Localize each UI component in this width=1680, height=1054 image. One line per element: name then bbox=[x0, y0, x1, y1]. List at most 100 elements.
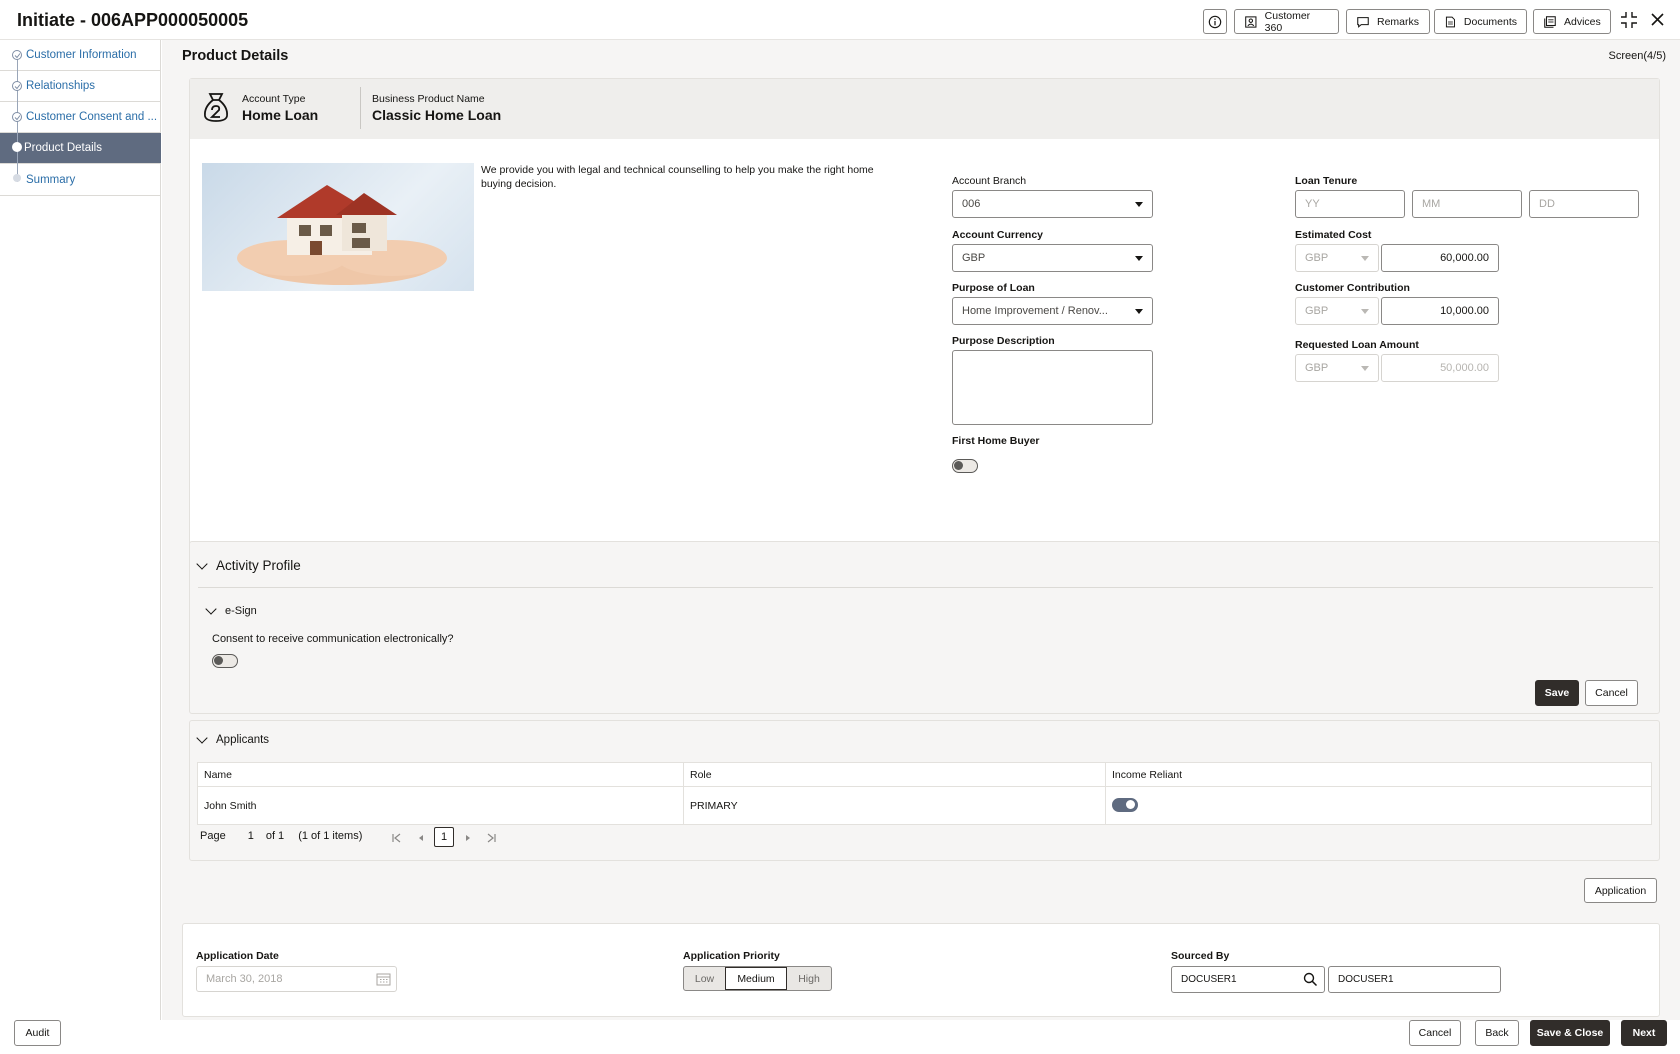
previous-page-icon[interactable] bbox=[415, 832, 427, 844]
loan-tenure-label: Loan Tenure bbox=[1295, 175, 1358, 187]
sourced-by-search-input[interactable]: DOCUSER1 bbox=[1171, 966, 1325, 993]
info-button[interactable] bbox=[1203, 9, 1227, 34]
chevron-down-icon bbox=[205, 603, 217, 615]
contribution-currency: GBP bbox=[1295, 297, 1379, 325]
documents-button[interactable]: Documents bbox=[1434, 9, 1527, 34]
first-page-icon[interactable] bbox=[390, 832, 402, 844]
step-complete-icon bbox=[12, 50, 22, 60]
purpose-value: Home Improvement / Renov... bbox=[962, 305, 1108, 317]
amount-value: 60,000.00 bbox=[1440, 252, 1489, 264]
application-info-card: Application Date March 30, 2018 Applicat… bbox=[182, 923, 1660, 1017]
currency-value: GBP bbox=[1305, 362, 1329, 374]
advices-button[interactable]: Advices bbox=[1533, 9, 1611, 34]
applicant-name: John Smith bbox=[197, 786, 684, 825]
income-reliant-cell bbox=[1105, 786, 1652, 825]
sourced-by-name-input[interactable]: DOCUSER1 bbox=[1328, 966, 1501, 993]
step-relationships[interactable]: Relationships bbox=[0, 71, 161, 102]
contribution-input[interactable]: 10,000.00 bbox=[1381, 297, 1499, 325]
tenure-days-input[interactable]: DD bbox=[1529, 190, 1639, 218]
requested-amount-input: 50,000.00 bbox=[1381, 354, 1499, 382]
priority-medium-option[interactable]: Medium bbox=[725, 967, 787, 990]
cancel-button[interactable]: Cancel bbox=[1409, 1020, 1461, 1046]
first-home-buyer-toggle[interactable] bbox=[952, 459, 978, 473]
cancel-button[interactable]: Cancel bbox=[1585, 680, 1638, 706]
customer-360-label: Customer 360 bbox=[1264, 9, 1311, 34]
purpose-select[interactable]: Home Improvement / Renov... bbox=[952, 297, 1153, 325]
sourced-by-label: Sourced By bbox=[1171, 950, 1230, 962]
product-card: Account Type Home Loan Business Product … bbox=[189, 78, 1660, 572]
step-summary[interactable]: Summary bbox=[0, 165, 161, 196]
chevron-down-icon bbox=[196, 557, 208, 570]
pager-of: of 1 bbox=[265, 830, 285, 842]
column-header-income-reliant: Income Reliant bbox=[1105, 762, 1652, 787]
main-content: Product Details Screen(4/5) Account Type… bbox=[162, 40, 1680, 1020]
close-icon[interactable] bbox=[1650, 12, 1665, 27]
comment-icon bbox=[1357, 16, 1369, 28]
activity-profile-toggle[interactable]: Activity Profile bbox=[196, 557, 301, 573]
applicants-table: Name Role Income Reliant John Smith PRIM… bbox=[197, 762, 1652, 825]
step-pending-icon bbox=[13, 174, 21, 182]
loan-bag-icon bbox=[204, 93, 228, 122]
remarks-button[interactable]: Remarks bbox=[1346, 9, 1430, 34]
account-currency-select[interactable]: GBP bbox=[952, 244, 1153, 272]
pagination: Page 1 of 1 (1 of 1 items) bbox=[200, 830, 362, 842]
search-icon[interactable] bbox=[1303, 972, 1318, 987]
step-label: Customer Information bbox=[26, 49, 137, 61]
first-home-buyer-label: First Home Buyer bbox=[952, 435, 1040, 447]
step-customer-consent[interactable]: Customer Consent and ... bbox=[0, 102, 161, 133]
minimize-icon[interactable] bbox=[1620, 11, 1638, 29]
section-title: Product Details bbox=[182, 48, 289, 64]
estimated-cost-label: Estimated Cost bbox=[1295, 229, 1372, 241]
applicant-role: PRIMARY bbox=[683, 786, 1106, 825]
purpose-label: Purpose of Loan bbox=[952, 282, 1035, 294]
info-icon bbox=[1208, 15, 1222, 28]
chevron-down-icon bbox=[1361, 366, 1369, 371]
application-button[interactable]: Application bbox=[1584, 878, 1657, 903]
tenure-months-placeholder: MM bbox=[1422, 198, 1441, 210]
purpose-description-textarea[interactable] bbox=[952, 350, 1153, 425]
account-branch-label: Account Branch bbox=[952, 175, 1027, 187]
calendar-icon[interactable] bbox=[376, 972, 391, 986]
step-current-icon bbox=[12, 142, 22, 152]
account-type-label: Account Type bbox=[242, 93, 306, 105]
priority-high-option[interactable]: High bbox=[787, 967, 831, 990]
applicants-title: Applicants bbox=[216, 734, 270, 746]
step-complete-icon bbox=[12, 81, 22, 91]
product-description: We provide you with legal and technical … bbox=[481, 164, 874, 190]
step-customer-information[interactable]: Customer Information bbox=[0, 40, 161, 71]
screen-indicator: Screen(4/5) bbox=[1608, 50, 1666, 62]
account-currency-value: GBP bbox=[962, 252, 986, 264]
current-page-button[interactable]: 1 bbox=[434, 827, 454, 847]
income-reliant-toggle[interactable] bbox=[1112, 798, 1138, 812]
priority-low-option[interactable]: Low bbox=[684, 967, 725, 990]
tenure-years-input[interactable]: YY bbox=[1295, 190, 1405, 218]
estimated-cost-currency: GBP bbox=[1295, 244, 1379, 272]
consent-toggle[interactable] bbox=[212, 654, 238, 668]
applicants-toggle[interactable]: Applicants bbox=[196, 732, 270, 746]
sourced-by-value: DOCUSER1 bbox=[1181, 974, 1237, 985]
business-product-label: Business Product Name bbox=[372, 93, 485, 105]
estimated-cost-input[interactable]: 60,000.00 bbox=[1381, 244, 1499, 272]
tenure-months-input[interactable]: MM bbox=[1412, 190, 1522, 218]
account-type-value: Home Loan bbox=[242, 107, 319, 123]
account-branch-select[interactable]: 006 bbox=[952, 190, 1153, 218]
sourced-by-name-value: DOCUSER1 bbox=[1338, 974, 1394, 985]
divider bbox=[360, 87, 361, 129]
chevron-down-icon bbox=[1135, 309, 1143, 314]
next-button[interactable]: Next bbox=[1621, 1020, 1667, 1046]
table-row[interactable]: John Smith PRIMARY bbox=[197, 786, 1652, 825]
advices-label: Advices bbox=[1564, 15, 1601, 28]
save-button[interactable]: Save bbox=[1535, 680, 1579, 706]
next-page-icon[interactable] bbox=[462, 832, 474, 844]
application-date-label: Application Date bbox=[196, 950, 279, 962]
pager-page-number: 1 bbox=[247, 830, 254, 842]
customer-360-button[interactable]: Customer 360 bbox=[1234, 9, 1339, 34]
back-button[interactable]: Back bbox=[1475, 1020, 1519, 1046]
step-product-details[interactable]: Product Details bbox=[0, 133, 161, 164]
save-and-close-button[interactable]: Save & Close bbox=[1530, 1020, 1610, 1046]
audit-button[interactable]: Audit bbox=[14, 1020, 61, 1046]
last-page-icon[interactable] bbox=[486, 832, 498, 844]
esign-toggle[interactable]: e-Sign bbox=[205, 603, 257, 617]
business-product-value: Classic Home Loan bbox=[372, 107, 502, 123]
pager-items: (1 of 1 items) bbox=[298, 830, 363, 842]
